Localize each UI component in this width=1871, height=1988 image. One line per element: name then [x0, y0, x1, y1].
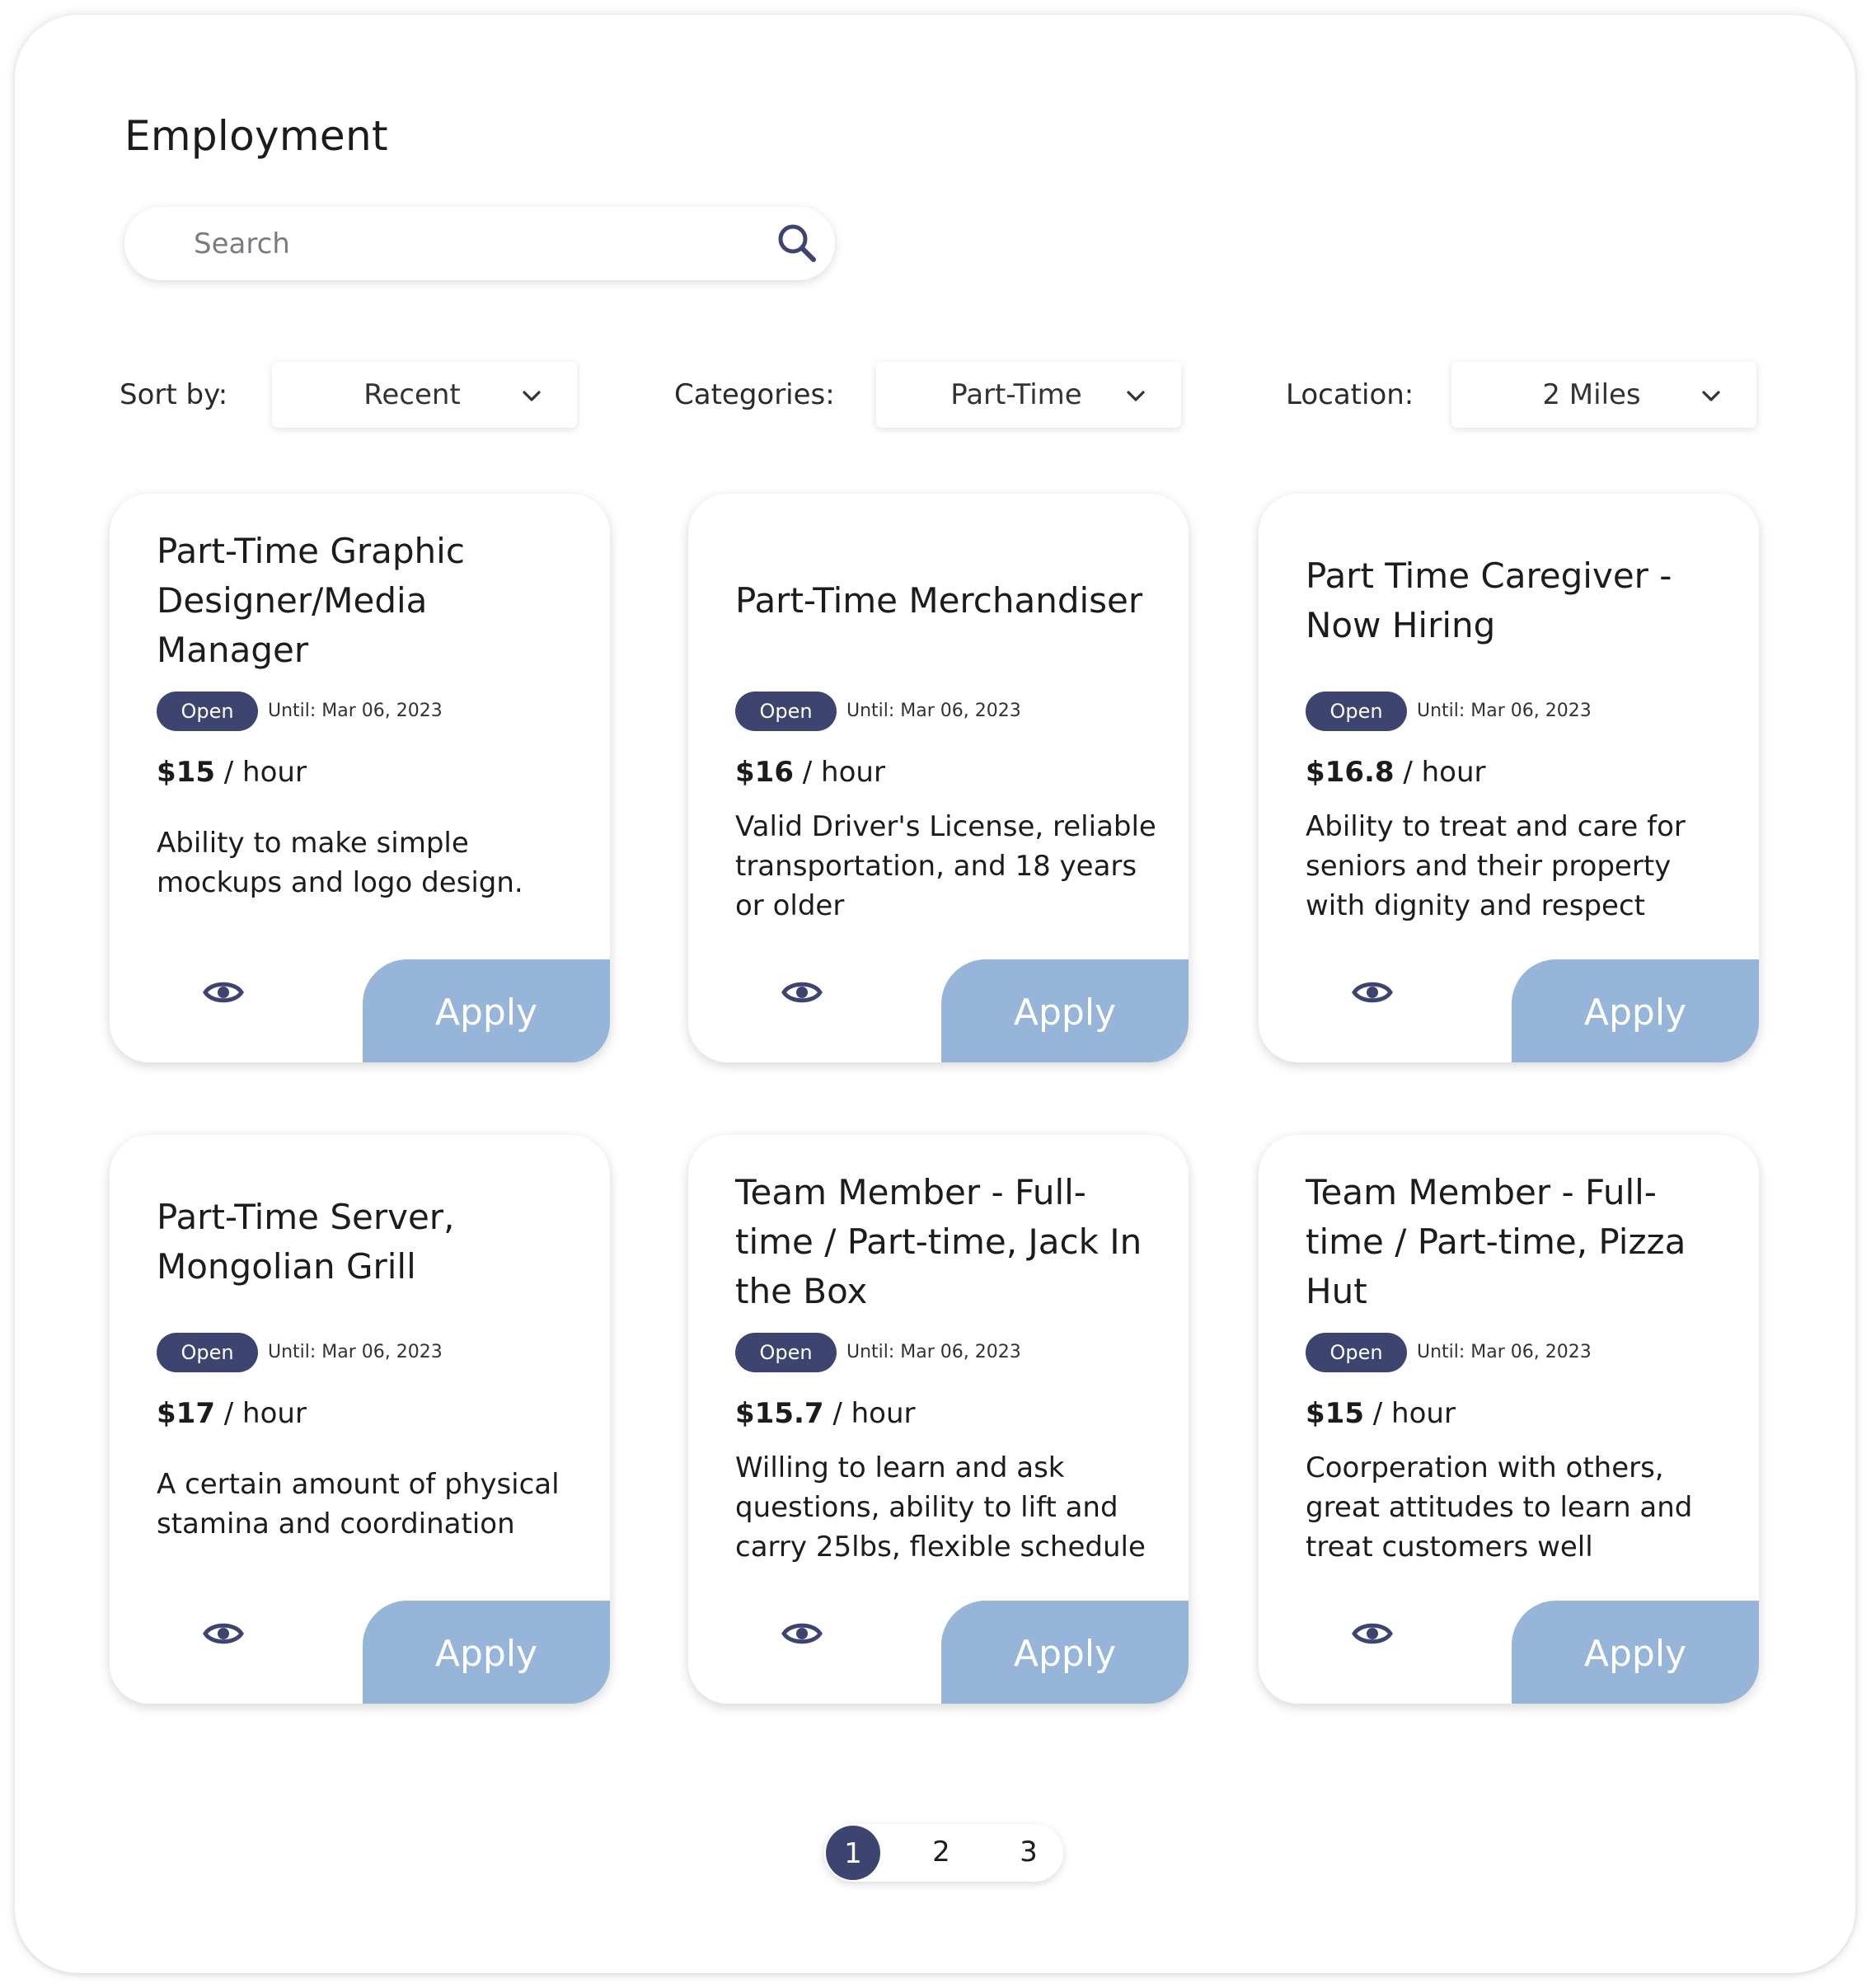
sort-label: Sort by: [120, 378, 228, 411]
job-card: Team Member - Full-time / Part-time, Piz… [1259, 1135, 1759, 1704]
deadline-text: Until: Mar 06, 2023 [846, 1342, 1021, 1362]
job-title: Part-Time Merchandiser [735, 580, 1143, 621]
job-title: Part-Time Server, Mongolian Grill [157, 1197, 455, 1287]
apply-button[interactable]: Apply [941, 1601, 1189, 1704]
chevron-down-icon [523, 391, 541, 401]
eye-icon[interactable] [203, 1613, 244, 1654]
job-card: Part-Time Merchandiser Open Until: Mar 0… [688, 494, 1189, 1062]
pay-amount: $16.8 [1306, 756, 1395, 789]
pay-amount: $15 [1306, 1397, 1364, 1430]
pay-amount: $17 [157, 1397, 215, 1430]
deadline-text: Until: Mar 06, 2023 [846, 701, 1021, 721]
job-description: Ability to treat and care for seniors an… [1306, 810, 1686, 922]
apply-button[interactable]: Apply [941, 959, 1189, 1062]
sort-value: Recent [363, 378, 461, 411]
categories-value: Part-Time [950, 378, 1082, 411]
pay-amount: $15.7 [735, 1397, 824, 1430]
status-badge: Open [157, 692, 258, 731]
job-title: Part-Time Graphic Designer/Media Manager [157, 531, 465, 670]
search-icon[interactable] [772, 218, 822, 268]
pay-amount: $16 [735, 756, 794, 789]
job-card: Part-Time Graphic Designer/Media Manager… [110, 494, 610, 1062]
pay-unit: / hour [214, 1397, 307, 1430]
job-description: Coorperation with others, great attitude… [1306, 1451, 1693, 1564]
status-badge: Open [1306, 1333, 1407, 1372]
job-card: Team Member - Full-time / Part-time, Jac… [688, 1135, 1189, 1704]
location-dropdown[interactable]: 2 Miles [1451, 362, 1756, 428]
job-title: Part Time Caregiver - Now Hiring [1306, 556, 1672, 645]
search-input[interactable] [194, 207, 771, 280]
pay-unit: / hour [1363, 1397, 1456, 1430]
apply-button[interactable]: Apply [363, 1601, 610, 1704]
eye-icon[interactable] [1352, 972, 1393, 1013]
eye-icon[interactable] [203, 972, 244, 1013]
pay-unit: / hour [214, 756, 307, 789]
job-card: Part Time Caregiver - Now Hiring Open Un… [1259, 494, 1759, 1062]
pay-unit: / hour [1394, 756, 1486, 789]
page-button-2[interactable]: 2 [914, 1824, 968, 1878]
status-badge: Open [735, 692, 837, 731]
eye-icon[interactable] [781, 1613, 823, 1654]
apply-button[interactable]: Apply [363, 959, 610, 1062]
location-value: 2 Miles [1542, 378, 1641, 411]
job-description: Ability to make simple mockups and logo … [157, 827, 523, 899]
chevron-down-icon [1702, 391, 1720, 401]
deadline-text: Until: Mar 06, 2023 [1417, 701, 1592, 721]
employment-panel: Employment Sort by: Recent Categories: P… [15, 15, 1855, 1973]
categories-dropdown[interactable]: Part-Time [876, 362, 1181, 428]
pay-unit: / hour [793, 756, 885, 789]
pay-rate: $15 / hour [1306, 1397, 1456, 1430]
status-badge: Open [735, 1333, 837, 1372]
deadline-text: Until: Mar 06, 2023 [268, 701, 443, 721]
pay-rate: $16 / hour [735, 756, 885, 789]
chevron-down-icon [1127, 391, 1145, 401]
deadline-text: Until: Mar 06, 2023 [1417, 1342, 1592, 1362]
job-title: Team Member - Full-time / Part-time, Jac… [735, 1172, 1142, 1311]
job-description: A certain amount of physical stamina and… [157, 1468, 560, 1540]
job-description: Valid Driver's License, reliable transpo… [735, 810, 1156, 922]
page-button-1[interactable]: 1 [826, 1826, 880, 1880]
pay-amount: $15 [157, 756, 215, 789]
job-description: Willing to learn and ask questions, abil… [735, 1451, 1146, 1564]
status-badge: Open [1306, 692, 1407, 731]
page-title: Employment [124, 112, 388, 160]
pay-rate: $15 / hour [157, 756, 307, 789]
sort-dropdown[interactable]: Recent [272, 362, 577, 428]
eye-icon[interactable] [781, 972, 823, 1013]
job-card: Part-Time Server, Mongolian Grill Open U… [110, 1135, 610, 1704]
pay-unit: / hour [823, 1397, 916, 1430]
page-button-3[interactable]: 3 [1001, 1824, 1056, 1878]
categories-label: Categories: [674, 378, 835, 411]
pay-rate: $16.8 / hour [1306, 756, 1486, 789]
apply-button[interactable]: Apply [1512, 1601, 1759, 1704]
apply-button[interactable]: Apply [1512, 959, 1759, 1062]
search-bar[interactable] [124, 207, 835, 280]
deadline-text: Until: Mar 06, 2023 [268, 1342, 443, 1362]
status-badge: Open [157, 1333, 258, 1372]
pay-rate: $17 / hour [157, 1397, 307, 1430]
location-label: Location: [1286, 378, 1414, 411]
pay-rate: $15.7 / hour [735, 1397, 916, 1430]
pagination: 1 2 3 [824, 1824, 1063, 1882]
eye-icon[interactable] [1352, 1613, 1393, 1654]
job-title: Team Member - Full-time / Part-time, Piz… [1306, 1172, 1686, 1311]
